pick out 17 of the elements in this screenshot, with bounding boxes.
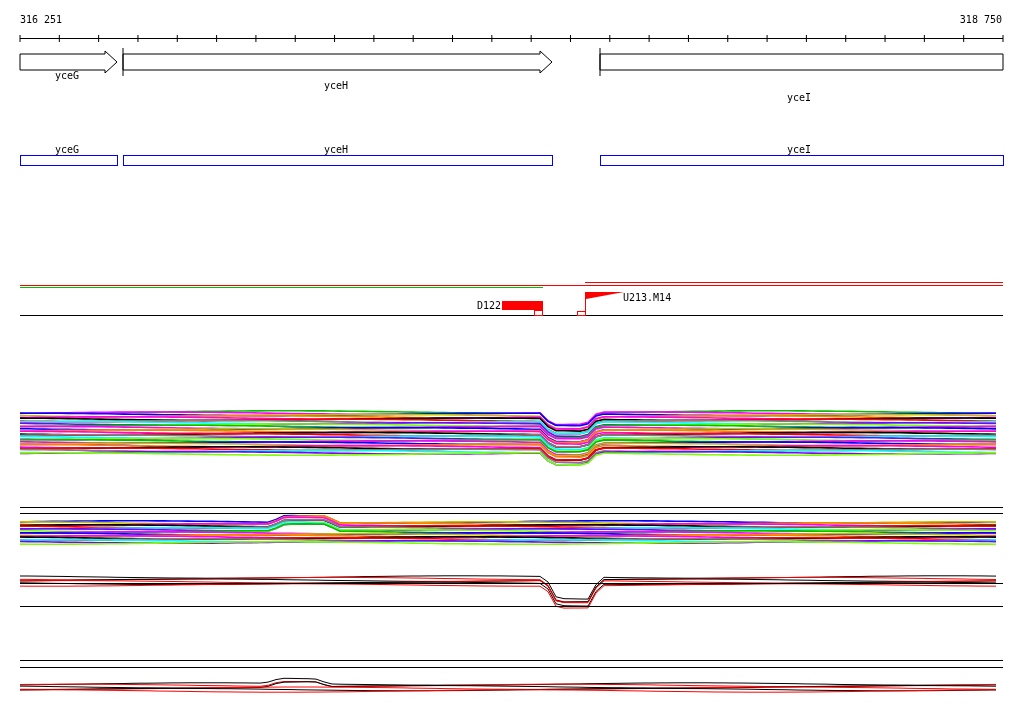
feature-label: U213.M14 — [623, 292, 672, 303]
gene-box[interactable] — [599, 47, 1004, 77]
feature-label: D122 — [476, 300, 501, 311]
annotation-label: yceG — [54, 144, 80, 155]
deletion-marker[interactable] — [502, 301, 543, 316]
flag-marker[interactable] — [577, 291, 624, 316]
ruler-start-label: 316 251 — [20, 14, 63, 25]
annotation-box[interactable] — [600, 155, 1004, 166]
ruler-end-label: 318 750 — [959, 14, 1002, 25]
gene-label: yceI — [786, 92, 812, 103]
annotation-box[interactable] — [20, 155, 118, 166]
annotation-box[interactable] — [123, 155, 553, 166]
gene-arrow[interactable] — [122, 47, 553, 77]
annotation-label: yceI — [786, 144, 812, 155]
annotation-label: yceH — [323, 144, 349, 155]
gene-label: yceG — [54, 70, 80, 81]
gene-label: yceH — [323, 80, 349, 91]
